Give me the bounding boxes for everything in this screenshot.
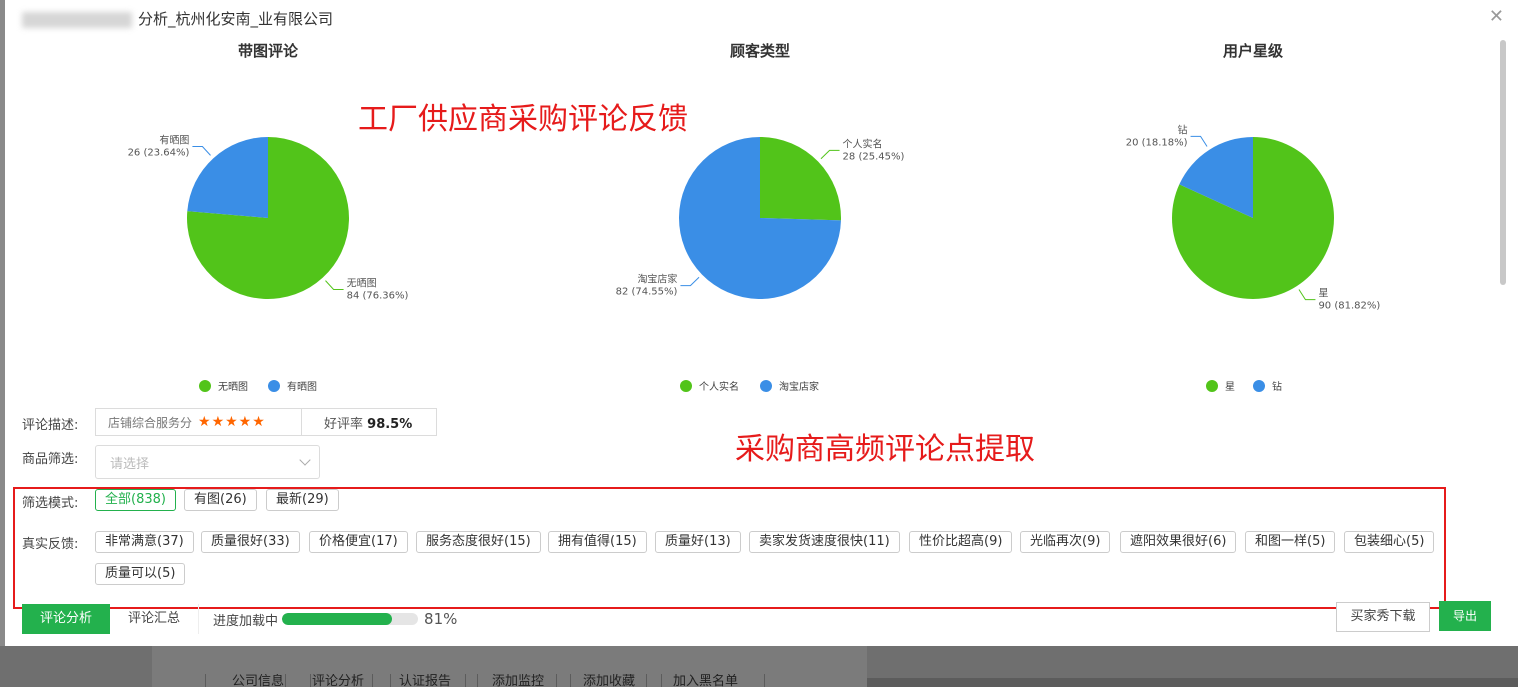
legend-label[interactable]: 无晒图 xyxy=(218,381,248,393)
filter-mode-label: 筛选模式: xyxy=(22,496,79,511)
export-button[interactable]: 导出 xyxy=(1439,601,1491,631)
modal-title: 分析_杭州化安南_业有限公司 xyxy=(22,8,333,29)
pie-label-line xyxy=(820,149,840,160)
feedback-tag[interactable]: 拥有值得(15) xyxy=(548,531,647,553)
pie-label-value: 28 (25.45%) xyxy=(843,151,905,162)
score-box: 店铺综合服务分 ★★★★★ 好评率 98.5% xyxy=(95,408,437,436)
bg-tab-cert-report[interactable]: 认证报告 xyxy=(372,674,479,687)
chevron-down-icon xyxy=(299,454,311,466)
annotation-middle: 采购商高频评论点提取 xyxy=(735,432,1035,467)
pie-label-line xyxy=(680,276,700,287)
pie-chart-user-level: 用户星级星 90 (81.82%) 钻 20 (18.18%) 星钻 xyxy=(1003,30,1503,410)
pie-label-value: 82 (74.55%) xyxy=(616,287,678,298)
shop-score: 店铺综合服务分 ★★★★★ xyxy=(96,409,302,435)
annotation-top: 工厂供应商采购评论反馈 xyxy=(358,102,688,137)
progress-percent: 81% xyxy=(424,610,458,628)
feedback-tag[interactable]: 服务态度很好(15) xyxy=(416,531,541,553)
pie-label-name: 个人实名 xyxy=(843,137,883,150)
filter-all[interactable]: 全部(838) xyxy=(95,489,176,511)
filter-with-image[interactable]: 有图(26) xyxy=(184,489,257,511)
background-page: 公司信息 评论分析 认证报告 添加监控 添加收藏 加入黑名单 xyxy=(0,646,1518,687)
feedback-tag[interactable]: 质量好(13) xyxy=(655,531,741,553)
product-select[interactable]: 请选择 xyxy=(95,445,320,479)
redacted-text xyxy=(22,11,132,28)
feedback-tag[interactable]: 和图一样(5) xyxy=(1245,531,1336,553)
legend-label[interactable]: 有晒图 xyxy=(287,380,317,393)
feedback-tag[interactable]: 质量很好(33) xyxy=(201,531,300,553)
legend-swatch xyxy=(1253,380,1265,392)
feedback-tag[interactable]: 性价比超高(9) xyxy=(909,531,1013,553)
feedback-tag[interactable]: 卖家发货速度很快(11) xyxy=(749,531,900,553)
bg-tab-blacklist[interactable]: 加入黑名单 xyxy=(646,674,766,687)
pie-label-line xyxy=(1190,135,1208,147)
legend-swatch xyxy=(1206,380,1218,392)
buyer-show-download-button[interactable]: 买家秀下载 xyxy=(1336,602,1430,632)
pie-label-name: 钻 xyxy=(1178,123,1188,136)
feedback-label: 真实反馈: xyxy=(22,537,79,552)
feedback-tag[interactable]: 质量可以(5) xyxy=(95,563,186,585)
chart-title: 带图评论 xyxy=(238,42,299,60)
feedback-tag[interactable]: 非常满意(37) xyxy=(95,531,194,553)
pie-label-line xyxy=(1298,289,1316,301)
review-desc-label: 评论描述: xyxy=(22,418,79,433)
filter-latest[interactable]: 最新(29) xyxy=(266,489,339,511)
feedback-tag[interactable]: 价格便宜(17) xyxy=(309,531,408,553)
good-rate-label: 好评率 xyxy=(324,416,364,432)
feedback-tag[interactable]: 遮阳效果很好(6) xyxy=(1120,531,1237,553)
feedback-tag[interactable]: 光临再次(9) xyxy=(1020,531,1111,553)
feedback-tag[interactable]: 包装细心(5) xyxy=(1344,531,1435,553)
backdrop-left xyxy=(0,0,5,687)
legend-swatch xyxy=(199,380,211,392)
legend-label[interactable]: 星 xyxy=(1225,381,1235,393)
tab-review-analysis[interactable]: 评论分析 xyxy=(22,604,110,634)
shop-score-label: 店铺综合服务分 xyxy=(108,415,193,430)
chart-title: 用户星级 xyxy=(1223,42,1284,60)
progress-fill xyxy=(282,613,393,625)
star-rating-icon: ★★★★★ xyxy=(198,414,266,430)
pie-slice[interactable] xyxy=(760,137,841,221)
legend-swatch xyxy=(268,380,280,392)
pie-slice[interactable] xyxy=(187,137,268,218)
product-filter-label: 商品筛选: xyxy=(22,452,79,467)
pie-label-value: 84 (76.36%) xyxy=(347,290,409,301)
chart-title: 顾客类型 xyxy=(730,42,790,60)
good-rate: 好评率 98.5% xyxy=(302,413,412,432)
tabs-bar: 评论分析 评论汇总 进度加载中 81% xyxy=(22,604,457,634)
good-rate-value: 98.5% xyxy=(367,416,413,432)
pie-label-name: 无晒图 xyxy=(347,277,377,289)
pie-chart-customer-type: 顾客类型 个人实名 28 (25.45%) 淘宝店家 82 (74.55%) 个人实名 淘宝… xyxy=(510,30,1010,410)
modal-title-text: 分析_杭州化安南_业有限公司 xyxy=(138,10,334,28)
pie-chart-photo-reviews: 带图评论 无晒图 84 (76.36%) 有晒图 26 (23.64%) 无晒图 有晒图 xyxy=(18,30,518,410)
progress-label: 进度加载中 xyxy=(213,613,279,629)
legend-label[interactable]: 淘宝店家 xyxy=(779,380,819,393)
close-icon[interactable]: ✕ xyxy=(1489,6,1504,27)
product-select-placeholder: 请选择 xyxy=(110,456,150,472)
pie-label-name: 淘宝店家 xyxy=(637,273,677,286)
pie-label-line xyxy=(192,146,211,156)
pie-label-value: 90 (81.82%) xyxy=(1318,301,1380,312)
background-panel-right xyxy=(867,678,1518,687)
legend-label[interactable]: 个人实名 xyxy=(699,380,739,393)
legend-swatch xyxy=(680,380,692,392)
legend-swatch xyxy=(760,380,772,392)
progress-bar xyxy=(282,613,419,625)
pie-label-value: 26 (23.64%) xyxy=(128,148,190,159)
pie-label-line xyxy=(325,280,344,290)
pie-label-name: 有晒图 xyxy=(159,134,189,147)
pie-label-name: 星 xyxy=(1318,288,1328,300)
tab-review-summary[interactable]: 评论汇总 xyxy=(110,604,200,634)
legend-label[interactable]: 钻 xyxy=(1272,380,1282,393)
pie-label-value: 20 (18.18%) xyxy=(1126,137,1188,148)
